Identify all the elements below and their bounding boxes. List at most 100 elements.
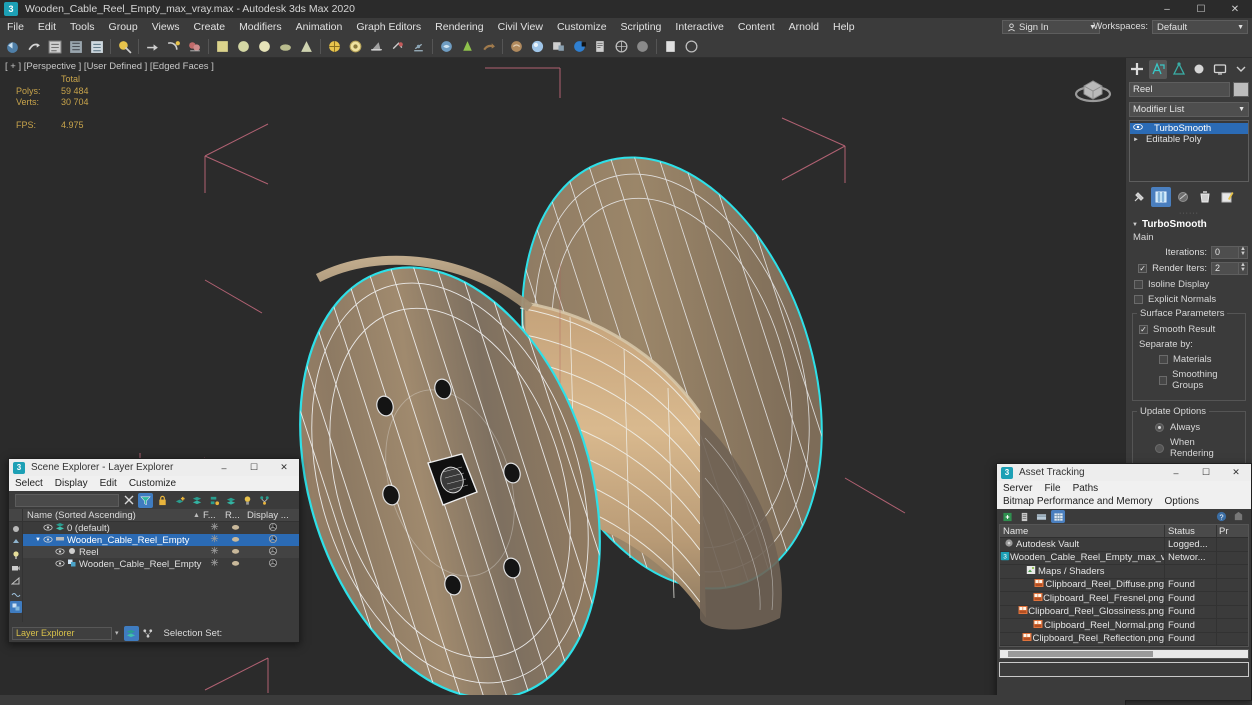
path-icon[interactable] — [1034, 510, 1048, 523]
refresh-icon[interactable] — [1000, 510, 1014, 523]
scene-explorer-row[interactable]: Reel — [23, 546, 299, 558]
render-toggle[interactable] — [225, 546, 247, 558]
help-icon[interactable]: ? — [1214, 510, 1228, 523]
expand-arrow-icon[interactable]: ► — [1133, 137, 1142, 143]
isoline-display-row[interactable]: Isoline Display — [1134, 279, 1250, 290]
sign-in-button[interactable]: Sign In ▼ — [1002, 20, 1100, 34]
light-icon[interactable] — [10, 549, 22, 561]
menu-file[interactable]: File — [0, 19, 31, 35]
at-menu-bitmap-performance-and-memory[interactable]: Bitmap Performance and Memory — [997, 495, 1159, 508]
move-icon[interactable] — [213, 37, 232, 56]
iterations-spinner[interactable]: ▲ ▼ — [1239, 246, 1248, 259]
render-frame-icon[interactable] — [612, 37, 631, 56]
render-production-icon[interactable] — [633, 37, 652, 56]
close-button[interactable]: ✕ — [1221, 464, 1251, 481]
use-center-icon[interactable] — [325, 37, 344, 56]
help-icon[interactable] — [682, 37, 701, 56]
column-render[interactable]: R... — [225, 510, 247, 521]
redo-icon[interactable] — [24, 37, 43, 56]
mirror-icon[interactable] — [458, 37, 477, 56]
eye-icon[interactable] — [55, 547, 67, 558]
menu-tools[interactable]: Tools — [63, 19, 102, 35]
unlink-icon[interactable] — [66, 37, 85, 56]
asset-row[interactable]: Clipboard_Reel_Glossiness.png Found — [1000, 605, 1248, 619]
asset-tracking-window[interactable]: 3 Asset Tracking – ☐ ✕ Server File Paths Bi… — [996, 463, 1252, 701]
select-region-icon[interactable] — [143, 37, 162, 56]
menu-group[interactable]: Group — [102, 19, 145, 35]
viewport-label[interactable]: [ + ] [Perspective ] [User Defined ] [Ed… — [5, 61, 214, 72]
make-unique-icon[interactable] — [1173, 187, 1193, 207]
view-cube[interactable] — [1070, 68, 1116, 108]
clear-search-icon[interactable] — [121, 493, 136, 508]
smoothing-groups-checkbox[interactable] — [1159, 375, 1168, 385]
object-color-swatch[interactable] — [1233, 82, 1249, 97]
menu-content[interactable]: Content — [731, 19, 782, 35]
layers-button[interactable] — [123, 625, 139, 641]
column-frozen[interactable]: F... — [203, 510, 225, 521]
expand-arrow-icon[interactable]: ▼ — [35, 537, 43, 543]
column-name[interactable]: Name (Sorted Ascending) — [23, 510, 193, 521]
when-rendering-radio-row[interactable]: When Rendering — [1155, 437, 1241, 459]
layer-stack-icon[interactable] — [223, 493, 238, 508]
scene-explorer-row[interactable]: ▼ Wooden_Cable_Reel_Empty — [23, 534, 299, 546]
motion-tab[interactable] — [1190, 60, 1209, 79]
select-object-icon[interactable] — [115, 37, 134, 56]
modify-tab[interactable] — [1148, 59, 1168, 79]
search-input[interactable] — [15, 493, 119, 507]
asset-tracking-grid[interactable]: Name Status Pr Autodesk Vault Logged... 3 W… — [999, 524, 1249, 647]
column-name[interactable]: Name — [1000, 525, 1165, 537]
scale-icon[interactable] — [255, 37, 274, 56]
chevron-down-icon[interactable]: ▼ — [1237, 24, 1244, 31]
always-radio-row[interactable]: Always — [1155, 422, 1241, 433]
info-icon[interactable] — [1231, 510, 1245, 523]
grid-view-icon[interactable] — [1051, 510, 1065, 523]
render-iters-spinner[interactable]: ▲ ▼ — [1239, 262, 1248, 275]
list-icon[interactable] — [1017, 510, 1031, 523]
object-name-field[interactable]: Reel — [1129, 82, 1230, 97]
select-link-icon[interactable] — [45, 37, 64, 56]
modifier-list-dropdown[interactable]: Modifier List ▼ — [1129, 102, 1249, 117]
display-icon[interactable] — [10, 536, 22, 548]
angle-snap-icon[interactable] — [367, 37, 386, 56]
frozen-toggle[interactable] — [203, 546, 225, 558]
eye-icon[interactable] — [55, 559, 67, 570]
isoline-display-checkbox[interactable] — [1134, 280, 1143, 289]
create-tab[interactable] — [1128, 60, 1147, 79]
rollup-header[interactable]: ▼ TurboSmooth — [1128, 217, 1250, 232]
close-button[interactable]: ✕ — [1218, 0, 1252, 18]
when-rendering-radio[interactable] — [1155, 443, 1164, 453]
spacewarp-icon[interactable] — [10, 588, 22, 600]
maximize-button[interactable]: ☐ — [239, 459, 269, 476]
menu-views[interactable]: Views — [145, 19, 187, 35]
at-menu-options[interactable]: Options — [1159, 495, 1205, 508]
schematic-view-icon[interactable] — [549, 37, 568, 56]
menu-customize[interactable]: Customize — [550, 19, 614, 35]
frozen-toggle[interactable] — [203, 558, 225, 570]
horizontal-scrollbar[interactable] — [999, 649, 1249, 659]
modifier-stack-item-editable-poly[interactable]: ► Editable Poly — [1130, 134, 1248, 145]
placement-icon[interactable] — [276, 37, 295, 56]
column-display[interactable]: Display ... — [247, 510, 299, 521]
render-toggle[interactable] — [225, 558, 247, 570]
maximize-button[interactable]: ☐ — [1184, 0, 1218, 18]
remove-modifier-icon[interactable] — [1195, 187, 1215, 207]
lock-icon[interactable] — [155, 493, 170, 508]
se-menu-display[interactable]: Display — [49, 477, 94, 490]
scene-explorer-window[interactable]: 3 Scene Explorer - Layer Explorer – ☐ ✕ … — [8, 458, 300, 643]
column-status[interactable]: Status — [1165, 525, 1217, 537]
spinner-snap-icon[interactable] — [409, 37, 428, 56]
render-toggle[interactable] — [225, 522, 247, 534]
asset-row[interactable]: Autodesk Vault Logged... — [1000, 538, 1248, 552]
light-icon[interactable] — [240, 493, 255, 508]
menu-help[interactable]: Help — [826, 19, 862, 35]
panel-grip[interactable]: ······ — [1126, 210, 1252, 217]
render-iters-checkbox[interactable]: ✓ — [1138, 264, 1148, 273]
display-toggle[interactable] — [247, 558, 299, 571]
se-menu-select[interactable]: Select — [9, 477, 49, 490]
layers-icon[interactable] — [189, 493, 204, 508]
menu-modifiers[interactable]: Modifiers — [232, 19, 289, 35]
named-selection-icon[interactable] — [437, 37, 456, 56]
at-menu-file[interactable]: File — [1038, 482, 1066, 495]
explorer-mode-field[interactable]: Layer Explorer — [12, 626, 112, 640]
window-crossing-icon[interactable] — [164, 37, 183, 56]
